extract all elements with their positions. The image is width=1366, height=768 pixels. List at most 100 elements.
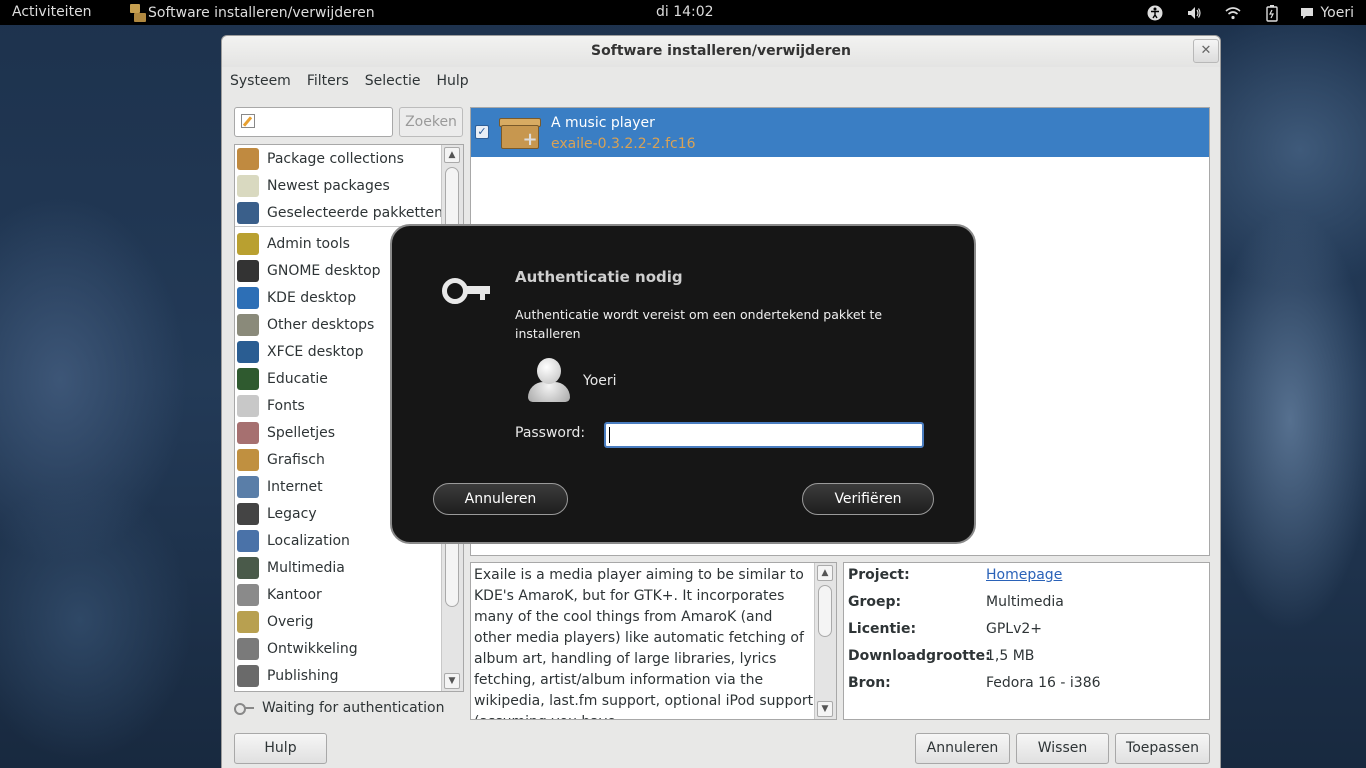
auth-title: Authenticatie nodig [515,268,683,286]
group-item-label: Internet [267,479,323,495]
internet-icon [237,476,259,498]
status-text: Waiting for authentication [262,700,445,716]
other-icon [237,611,259,633]
package-checkbox[interactable]: ✓ [475,125,489,139]
menu-bar: Systeem Filters Selectie Hulp [222,70,477,94]
app-menu[interactable]: Software installeren/verwijderen [128,4,375,22]
activities-button[interactable]: Activiteiten [12,4,92,20]
group-item-label: Educatie [267,371,328,387]
auth-message: Authenticatie wordt vereist om een onder… [515,307,883,341]
localization-icon [237,530,259,552]
graphics-icon [237,449,259,471]
group-item-label: Multimedia [267,560,345,576]
password-label: Password: [515,425,586,441]
group-item[interactable]: Geselecteerde pakketten [237,200,444,226]
publishing-icon [237,665,259,687]
development-icon [237,638,259,660]
wifi-icon[interactable] [1223,4,1243,22]
menu-systeem[interactable]: Systeem [222,70,299,94]
group-item[interactable]: Newest packages [237,173,441,199]
user-name: Yoeri [1320,5,1354,21]
authentication-dialog: Authenticatie nodig Authenticatie wordt … [390,224,976,544]
accessibility-icon[interactable] [1145,4,1165,22]
volume-icon[interactable] [1184,4,1204,22]
search-input[interactable] [234,107,393,137]
menu-filters[interactable]: Filters [299,70,357,94]
fonts-icon [237,395,259,417]
clear-button[interactable]: Wissen [1016,733,1109,764]
homepage-link[interactable]: Homepage [986,567,1062,583]
package-install-icon: + [499,115,543,151]
edit-pencil-icon [241,114,255,128]
detail-label: Bron: [848,675,891,691]
status-bar: Waiting for authentication [234,700,444,716]
scroll-thumb[interactable] [818,585,832,637]
package-description: Exaile is a media player aiming to be si… [470,562,837,720]
auth-cancel-button[interactable]: Annuleren [433,483,568,515]
chat-icon [1301,8,1314,19]
close-window-button[interactable]: ✕ [1193,39,1219,63]
group-item-label: Fonts [267,398,305,414]
scroll-up-arrow-icon[interactable]: ▲ [817,565,833,581]
scroll-down-arrow-icon[interactable]: ▼ [444,673,460,689]
group-item-label: Overig [267,614,314,630]
package-row[interactable]: ✓ + A music player exaile-0.3.2.2-2.fc16 [471,108,1209,157]
description-scrollbar[interactable]: ▲ ▼ [814,563,836,719]
group-item[interactable]: Overig [237,609,441,635]
group-item-label: Ontwikkeling [267,641,358,657]
magnifier-icon [237,202,259,224]
cancel-button[interactable]: Annuleren [915,733,1010,764]
group-item[interactable]: Publishing [237,663,441,689]
description-text: Exaile is a media player aiming to be si… [474,567,814,719]
desktop-icon [237,314,259,336]
battery-icon[interactable] [1262,4,1282,22]
password-field[interactable] [604,422,924,448]
group-item-label: Admin tools [267,236,350,252]
group-item-label: XFCE desktop [267,344,364,360]
user-menu[interactable]: Yoeri [1300,5,1354,21]
detail-value: Fedora 16 - i386 [986,675,1101,691]
system-tray: Yoeri [1126,4,1354,22]
auth-verify-button[interactable]: Verifiëren [802,483,934,515]
group-item[interactable]: Multimedia [237,555,441,581]
group-item-label: Spelletjes [267,425,336,441]
multimedia-icon [237,557,259,579]
group-item-label: Kantoor [267,587,322,603]
group-item[interactable]: Ontwikkeling [237,636,441,662]
package-details: Project: Homepage Groep: Multimedia Lice… [843,562,1210,720]
text-caret [609,427,610,443]
key-icon [234,701,256,715]
education-icon [237,368,259,390]
menu-selectie[interactable]: Selectie [357,70,429,94]
admin-tools-icon [237,233,259,255]
group-item-label: Grafisch [267,452,325,468]
package-name: exaile-0.3.2.2-2.fc16 [551,136,696,152]
group-item-label: Publishing [267,668,339,684]
detail-value: Multimedia [986,594,1064,610]
package-app-icon [128,4,146,22]
group-item-label: Geselecteerde pakketten [267,205,444,221]
clock[interactable]: di 14:02 [656,4,714,20]
scroll-up-arrow-icon[interactable]: ▲ [444,147,460,163]
xfce-icon [237,341,259,363]
group-item-label: Other desktops [267,317,375,333]
menu-hulp[interactable]: Hulp [429,70,477,94]
app-menu-label: Software installeren/verwijderen [148,5,375,21]
auth-username: Yoeri [583,373,617,389]
detail-label: Groep: [848,594,902,610]
legacy-icon [237,503,259,525]
top-bar: Activiteiten Software installeren/verwij… [0,0,1366,25]
scroll-down-arrow-icon[interactable]: ▼ [817,701,833,717]
help-button[interactable]: Hulp [234,733,327,764]
group-item-label: Newest packages [267,178,390,194]
user-avatar-icon [526,356,572,404]
apply-button[interactable]: Toepassen [1115,733,1210,764]
detail-label: Licentie: [848,621,917,637]
window-title: Software installeren/verwijderen [591,43,851,59]
search-button[interactable]: Zoeken [399,107,463,137]
group-item[interactable]: Package collections [237,146,441,172]
group-item-label: Localization [267,533,350,549]
gnome-foot-icon [237,260,259,282]
window-titlebar[interactable]: Software installeren/verwijderen [222,36,1220,67]
group-item[interactable]: Kantoor [237,582,441,608]
